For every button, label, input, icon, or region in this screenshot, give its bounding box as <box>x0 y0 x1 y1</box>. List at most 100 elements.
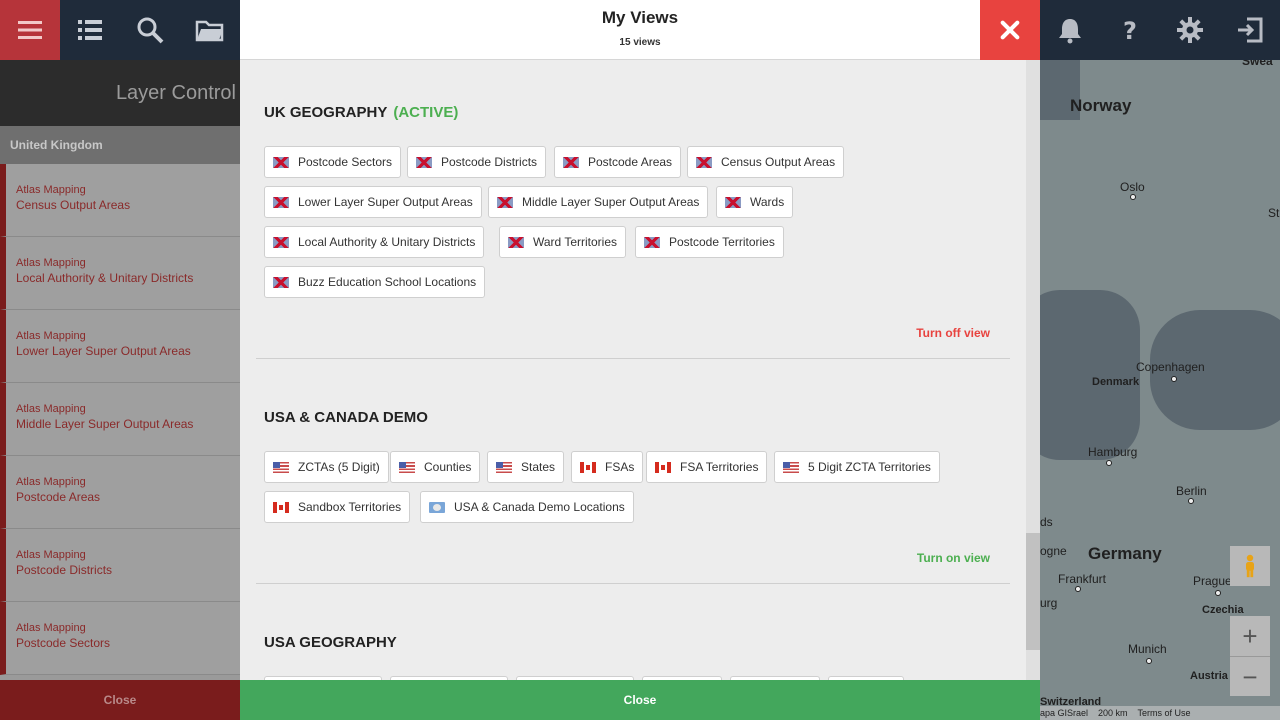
map-label-prague: Prague <box>1193 574 1232 588</box>
modal-close-button[interactable]: Close <box>240 680 1040 720</box>
active-status: (ACTIVE) <box>393 104 459 121</box>
layer-panel-close-button[interactable]: Close <box>0 680 240 720</box>
view-layer-chip[interactable]: Sandbox Territories <box>264 491 411 523</box>
us-flag-icon <box>783 461 799 473</box>
scrollbar-thumb[interactable] <box>1026 533 1040 650</box>
layer-item[interactable]: Atlas Mapping Postcode Areas <box>0 456 240 529</box>
chip-label: Sandbox Territories <box>298 500 402 514</box>
view-layer-chip[interactable]: Postcode Areas <box>554 146 682 178</box>
hamburger-menu-icon[interactable] <box>0 0 60 60</box>
map-view[interactable]: Swea Norway Oslo St Copenhagen Denmark H… <box>1040 60 1280 720</box>
uk-flag-icon <box>273 196 289 208</box>
modal-header: My Views 15 views <box>240 0 1040 60</box>
view-layer-chip[interactable]: States <box>487 451 565 483</box>
city-dot <box>1215 590 1221 596</box>
bell-icon[interactable] <box>1040 0 1100 60</box>
uk-flag-icon <box>416 156 432 168</box>
modal-body[interactable]: UK GEOGRAPHY (ACTIVE) Postcode Sectors Po… <box>240 60 1026 680</box>
chip-label: Lower Layer Super Output Areas <box>298 195 473 209</box>
chip-label: 5 Digit ZCTA Territories <box>808 460 931 474</box>
layer-name: Postcode Areas <box>16 490 101 504</box>
map-label-berlin: Berlin <box>1176 484 1207 498</box>
layer-category: Atlas Mapping <box>16 184 86 196</box>
layer-item[interactable]: Atlas Mapping Middle Layer Super Output … <box>0 383 240 456</box>
view-layer-chip[interactable]: Census Output Areas <box>687 146 845 178</box>
view-layer-chip[interactable]: USA & Canada Demo Locations <box>420 491 634 523</box>
layer-category: Atlas Mapping <box>16 622 86 634</box>
map-label-right-edge: St <box>1268 206 1280 220</box>
map-label-munich: Munich <box>1128 642 1167 656</box>
search-icon[interactable] <box>120 0 180 60</box>
layer-control-panel: Layer Control United Kingdom Atlas Mappi… <box>0 60 240 720</box>
layer-category: Atlas Mapping <box>16 330 86 342</box>
view-layer-chip[interactable]: Ward Territories <box>499 226 627 258</box>
uk-flag-icon <box>273 276 289 288</box>
uk-flag-icon <box>273 236 289 248</box>
view-layer-chip[interactable]: FSAs <box>571 451 644 483</box>
gear-icon[interactable] <box>1160 0 1220 60</box>
zoom-in-button[interactable]: + <box>1230 616 1270 656</box>
country-header[interactable]: United Kingdom <box>0 126 240 164</box>
section-title: UK GEOGRAPHY (ACTIVE) <box>264 104 458 121</box>
view-layer-chip[interactable]: Postcode Sectors <box>264 146 402 178</box>
section-divider <box>256 358 1010 359</box>
modal-title: My Views <box>601 8 679 27</box>
chip-label: Buzz Education School Locations <box>298 275 477 289</box>
layer-item[interactable]: Atlas Mapping Postcode Districts <box>0 529 240 602</box>
layer-category: Atlas Mapping <box>16 476 86 488</box>
view-layer-chip[interactable]: Lower Layer Super Output Areas <box>264 186 482 218</box>
view-layer-chip[interactable]: Local Authority & Unitary Districts <box>264 226 485 258</box>
city-dot <box>1188 498 1194 504</box>
chip-label: Middle Layer Super Output Areas <box>522 195 700 209</box>
section-title: USA GEOGRAPHY <box>264 634 397 651</box>
layer-item[interactable]: Atlas Mapping Census Output Areas <box>0 164 240 237</box>
turn-on-view-button[interactable]: Turn on view <box>917 551 990 565</box>
map-label-copenhagen: Copenhagen <box>1136 360 1205 374</box>
layer-control-title: Layer Control <box>0 60 240 126</box>
chip-label: Counties <box>424 460 472 474</box>
pegman-icon[interactable] <box>1230 546 1270 586</box>
layer-item[interactable]: Atlas Mapping Postcode Sectors <box>0 602 240 675</box>
view-layer-chip[interactable]: 5 Digit ZCTA Territories <box>774 451 940 483</box>
map-terms-link[interactable]: Terms of Use <box>1138 708 1191 718</box>
view-layer-chip[interactable]: Postcode Districts <box>407 146 547 178</box>
close-icon[interactable] <box>980 0 1040 60</box>
layer-category: Atlas Mapping <box>16 549 86 561</box>
view-layer-chip[interactable]: FSA Territories <box>646 451 768 483</box>
chip-label: USA & Canada Demo Locations <box>454 500 625 514</box>
us-flag-icon <box>273 461 289 473</box>
view-layer-chip[interactable]: Buzz Education School Locations <box>264 266 486 298</box>
layer-name: Census Output Areas <box>16 198 131 212</box>
my-views-modal: My Views 15 views UK GEOGRAPHY (ACTIVE) P… <box>240 0 1040 720</box>
view-layer-chip[interactable]: Counties <box>390 451 481 483</box>
layer-item[interactable]: Atlas Mapping Local Authority & Unitary … <box>0 237 240 310</box>
chip-label: FSAs <box>605 460 635 474</box>
city-dot <box>1130 194 1136 200</box>
layer-item[interactable]: Atlas Mapping Lower Layer Super Output A… <box>0 310 240 383</box>
map-label-hamburg: Hamburg <box>1088 445 1138 459</box>
section-name: USA & CANADA DEMO <box>264 409 428 426</box>
help-icon[interactable]: ? <box>1100 0 1160 60</box>
exit-icon[interactable] <box>1220 0 1280 60</box>
city-dot <box>1146 658 1152 664</box>
layer-name: Local Authority & Unitary Districts <box>16 271 194 285</box>
map-label-left-edge-2: ogne <box>1040 544 1067 558</box>
world-flag-icon <box>429 501 445 513</box>
view-layer-chip[interactable]: Middle Layer Super Output Areas <box>488 186 709 218</box>
section-title: USA & CANADA DEMO <box>264 409 428 426</box>
map-scale[interactable]: 200 km <box>1098 708 1128 718</box>
map-label-austria: Austria <box>1190 670 1228 682</box>
map-attribution: apa GISrael <box>1040 708 1089 718</box>
view-layer-chip[interactable]: ZCTAs (5 Digit) <box>264 451 389 483</box>
layer-name: Postcode Districts <box>16 563 113 577</box>
zoom-out-button[interactable]: − <box>1230 657 1270 697</box>
uk-flag-icon <box>497 196 513 208</box>
view-layer-chip[interactable]: Wards <box>716 186 794 218</box>
uk-flag-icon <box>696 156 712 168</box>
turn-off-view-button[interactable]: Turn off view <box>916 326 990 340</box>
folder-icon[interactable] <box>180 0 240 60</box>
view-layer-chip[interactable]: Postcode Territories <box>635 226 784 258</box>
list-icon[interactable] <box>60 0 120 60</box>
modal-scrollbar[interactable] <box>1026 60 1040 680</box>
map-label-left-edge-1: ds <box>1040 515 1053 529</box>
